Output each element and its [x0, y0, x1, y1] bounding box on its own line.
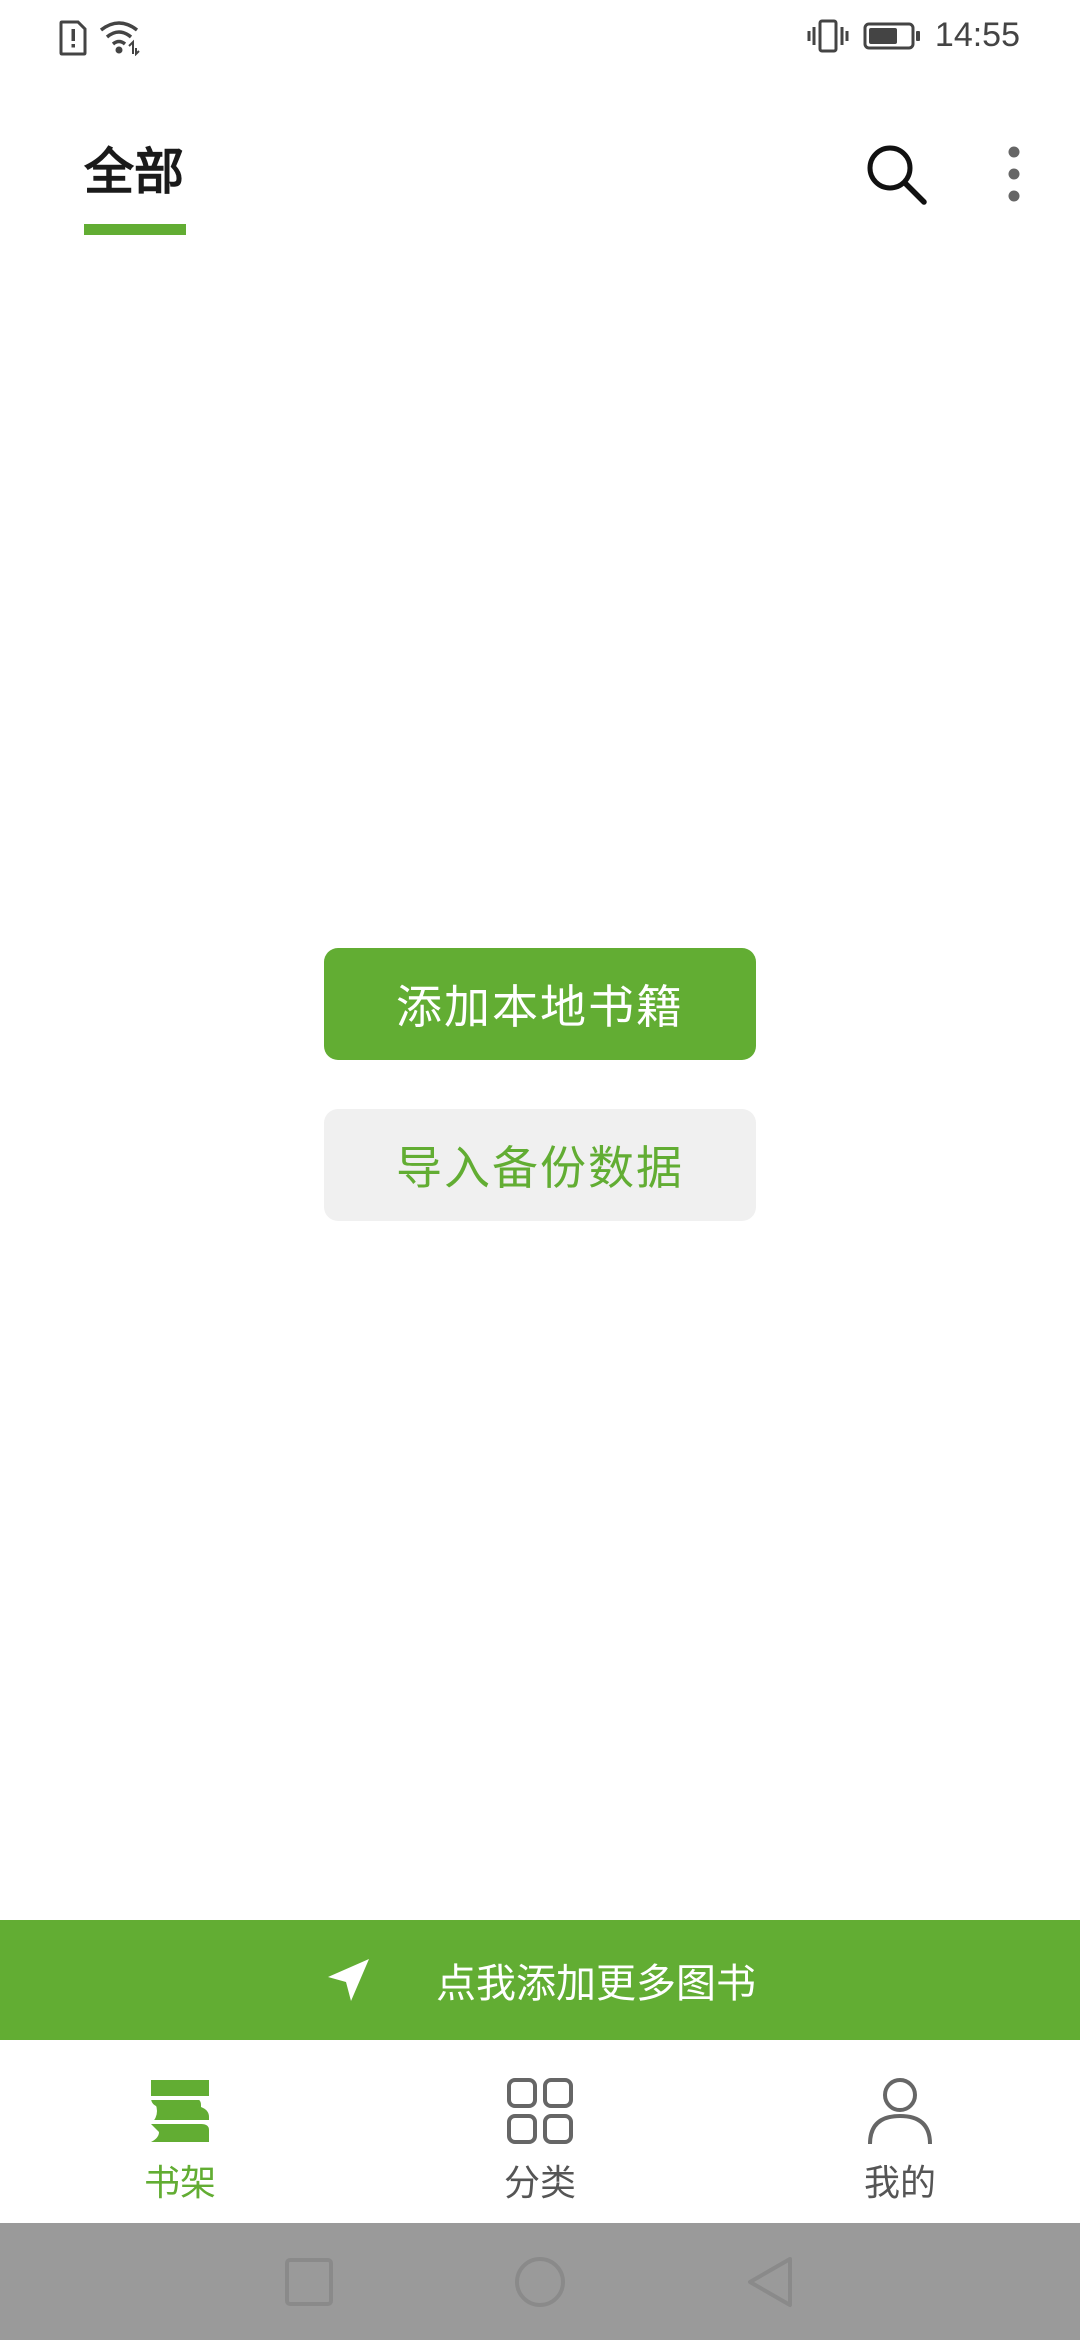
tab-indicator: [84, 224, 186, 235]
add-more-books-banner[interactable]: 点我添加更多图书: [0, 1920, 1080, 2040]
more-vertical-icon: [1008, 146, 1020, 202]
home-icon[interactable]: [513, 2255, 567, 2309]
battery-icon: [863, 22, 920, 49]
wifi-icon: [99, 21, 140, 56]
import-backup-button[interactable]: 导入备份数据: [324, 1109, 756, 1221]
system-nav-bar: [0, 2223, 1080, 2340]
banner-label: 点我添加更多图书: [436, 1961, 756, 2007]
status-time: 14:55: [934, 16, 1020, 54]
recent-apps-icon[interactable]: [282, 2255, 336, 2309]
nav-label-category: 分类: [503, 2163, 576, 2204]
add-local-books-button[interactable]: 添加本地书籍: [324, 948, 756, 1060]
bookshelf-icon: [151, 2080, 209, 2142]
search-icon: [867, 145, 927, 205]
back-icon[interactable]: [744, 2255, 798, 2309]
status-right: 14:55: [807, 16, 1020, 55]
header: 全部: [0, 110, 1080, 240]
person-icon: [868, 2078, 932, 2145]
nav-label-bookshelf: 书架: [143, 2163, 216, 2204]
nav-label-mine: 我的: [863, 2163, 936, 2204]
grid-icon: [507, 2078, 573, 2144]
nav-item-category[interactable]: 分类: [440, 2076, 640, 2206]
vibrate-icon: [807, 19, 849, 52]
more-button[interactable]: [996, 134, 1036, 214]
nav-item-bookshelf[interactable]: 书架: [80, 2076, 280, 2206]
status-left: [58, 20, 140, 56]
navigation-arrow-icon: [328, 1959, 369, 2001]
sim-alert-icon: [59, 20, 87, 56]
bottom-nav: 书架 分类 我的: [0, 2040, 1080, 2223]
nav-item-mine[interactable]: 我的: [800, 2076, 1000, 2206]
tab-all[interactable]: 全部: [84, 132, 184, 204]
search-button[interactable]: [856, 134, 936, 214]
status-bar: 14:55: [0, 0, 1080, 80]
